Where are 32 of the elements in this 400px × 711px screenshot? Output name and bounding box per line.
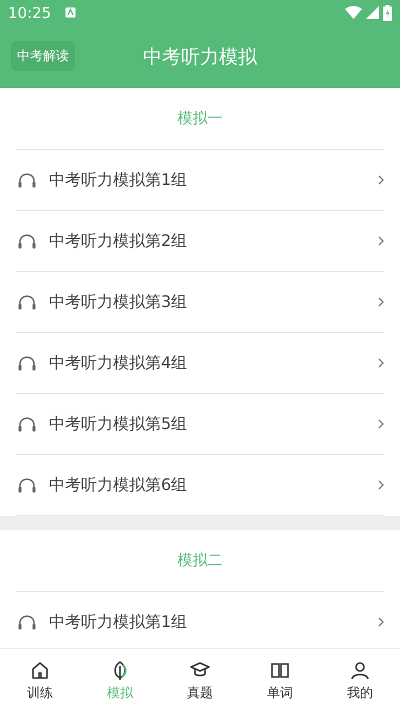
page-title: 中考听力模拟 xyxy=(143,44,257,70)
status-time: 10:25 xyxy=(8,4,52,22)
headphones-icon xyxy=(18,355,36,371)
headphones-icon xyxy=(18,416,36,432)
chevron-icon xyxy=(378,297,384,307)
signal-icon xyxy=(366,6,379,19)
list-item[interactable]: 中考听力模拟第1组 xyxy=(16,592,384,648)
list-item[interactable]: 中考听力模拟第2组 xyxy=(16,211,384,272)
nav-tab[interactable]: 训练 xyxy=(0,649,80,711)
list-item[interactable]: 中考听力模拟第5组 xyxy=(16,394,384,455)
nav-tab[interactable]: 我的 xyxy=(320,649,400,711)
battery-icon xyxy=(383,4,392,20)
chevron-icon xyxy=(378,617,384,627)
list-item[interactable]: 中考听力模拟第1组 xyxy=(16,150,384,211)
headphones-icon xyxy=(18,172,36,188)
headphones-icon xyxy=(18,614,36,630)
chevron-icon xyxy=(378,419,384,429)
headphones-icon xyxy=(18,477,36,493)
nav-tab[interactable]: 真题 xyxy=(160,649,240,711)
headphones-icon xyxy=(18,233,36,249)
nav-tab[interactable]: 单词 xyxy=(240,649,320,711)
wifi-icon xyxy=(345,6,362,19)
chevron-icon xyxy=(378,480,384,490)
headphones-icon xyxy=(18,294,36,310)
chevron-icon xyxy=(378,175,384,185)
chevron-icon xyxy=(378,358,384,368)
chevron-icon xyxy=(378,236,384,246)
section-title: 模拟二 xyxy=(178,551,222,570)
list-item[interactable]: 中考听力模拟第4组 xyxy=(16,333,384,394)
list-item[interactable]: 中考听力模拟第3组 xyxy=(16,272,384,333)
section-title: 模拟一 xyxy=(178,109,222,128)
notification-icon xyxy=(65,7,76,18)
